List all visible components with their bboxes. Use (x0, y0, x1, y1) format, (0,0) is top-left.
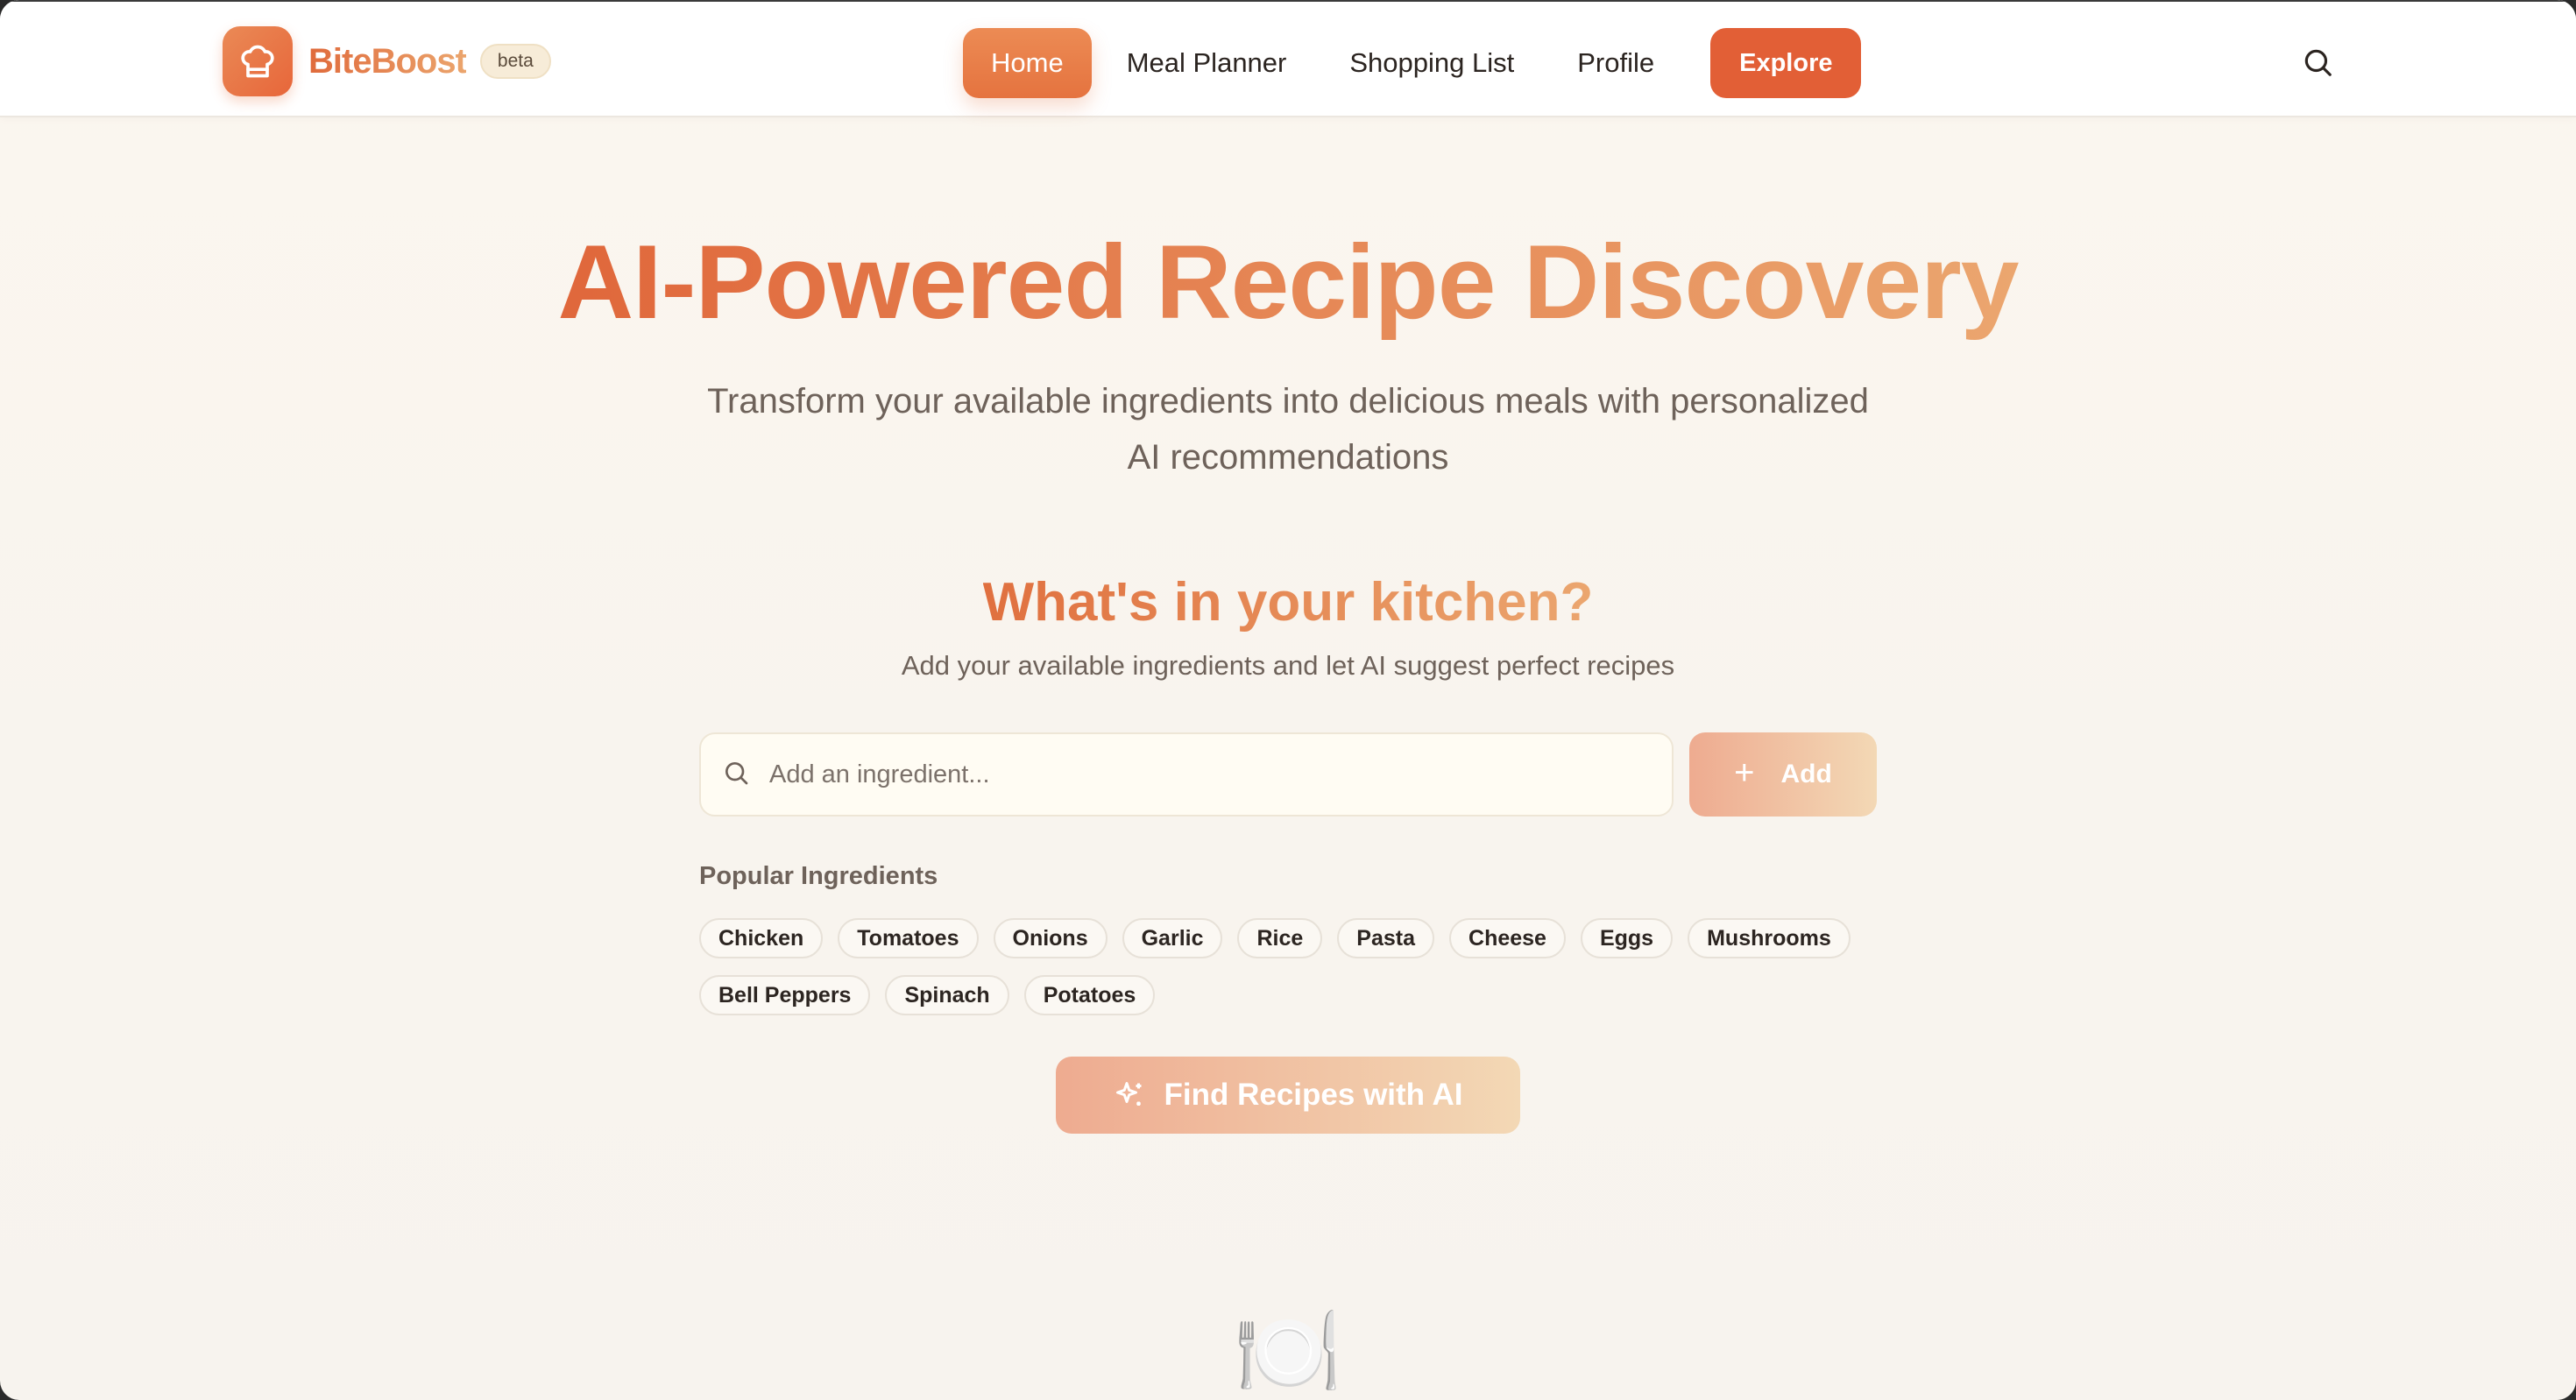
nav-shopping-list[interactable]: Shopping List (1321, 28, 1542, 98)
add-ingredient-button[interactable]: + Add (1689, 732, 1877, 817)
find-recipes-label: Find Recipes with AI (1164, 1078, 1463, 1112)
ingredient-chip[interactable]: Pasta (1337, 918, 1435, 958)
ingredient-chip[interactable]: Bell Peppers (699, 975, 871, 1015)
nav-meal-planner[interactable]: Meal Planner (1099, 28, 1315, 98)
hero-title: AI-Powered Recipe Discovery (557, 223, 2019, 341)
main-nav: Home Meal Planner Shopping List Profile … (963, 28, 1868, 98)
ingredient-chip[interactable]: Mushrooms (1688, 918, 1851, 958)
beta-badge: beta (479, 44, 551, 79)
search-icon[interactable] (2301, 46, 2334, 79)
nav-profile[interactable]: Profile (1549, 28, 1682, 98)
browser-window: BiteBoost beta Home Meal Planner Shoppin… (0, 0, 2576, 1400)
ingredient-chip[interactable]: Chicken (699, 918, 824, 958)
plus-icon: + (1734, 753, 1755, 792)
explore-button[interactable]: Explore (1710, 28, 1862, 98)
kitchen-subtitle: Add your available ingredients and let A… (901, 650, 1675, 681)
chef-hat-icon (223, 26, 293, 96)
sparkles-icon (1115, 1082, 1142, 1106)
ingredient-input[interactable] (769, 760, 1558, 789)
kitchen-title: What's in your kitchen? (982, 572, 1594, 633)
ingredient-chip[interactable]: Potatoes (1023, 975, 1156, 1015)
hero-subtitle: Transform your available ingredients int… (707, 382, 1869, 477)
ingredient-chip[interactable]: Spinach (885, 975, 1009, 1015)
ingredient-chip[interactable]: Onions (993, 918, 1108, 958)
popular-ingredients-label: Popular Ingredients (699, 862, 938, 890)
plate-icon: 🍽️ (1233, 1303, 1343, 1400)
ingredient-chip[interactable]: Cheese (1449, 918, 1566, 958)
ingredient-chip[interactable]: Rice (1237, 918, 1323, 958)
brand-name: BiteBoost (308, 41, 467, 81)
add-button-label: Add (1780, 760, 1832, 788)
ingredient-chip[interactable]: Tomatoes (838, 918, 979, 958)
find-recipes-button[interactable]: Find Recipes with AI (1056, 1057, 1520, 1134)
nav-home[interactable]: Home (963, 28, 1092, 98)
search-icon (722, 759, 750, 791)
popular-ingredients-list: Chicken Tomatoes Onions Garlic Rice Past… (699, 918, 1877, 1032)
ingredient-chip[interactable]: Garlic (1122, 918, 1223, 958)
ingredient-search-field[interactable] (699, 732, 1674, 817)
brand[interactable]: BiteBoost beta (223, 26, 551, 96)
top-navbar: BiteBoost beta Home Meal Planner Shoppin… (0, 0, 2576, 117)
ingredient-chip[interactable]: Eggs (1580, 918, 1674, 958)
